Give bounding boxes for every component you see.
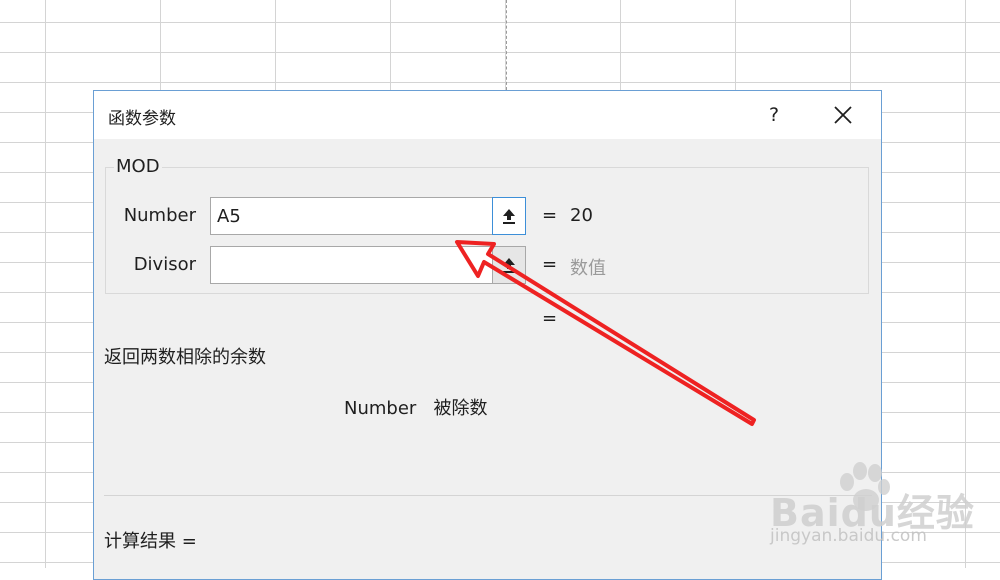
collapse-dialog-icon bbox=[503, 258, 515, 273]
dialog-titlebar[interactable]: 函数参数 ? bbox=[94, 91, 881, 139]
number-equals: = bbox=[542, 205, 558, 226]
number-collapse-button[interactable] bbox=[492, 197, 526, 235]
divisor-input[interactable] bbox=[210, 246, 496, 284]
dialog-title: 函数参数 bbox=[108, 109, 176, 129]
page-break-line bbox=[506, 0, 507, 90]
divisor-collapse-button[interactable] bbox=[492, 246, 526, 284]
dialog-divider bbox=[104, 495, 872, 496]
number-result: 20 bbox=[570, 205, 593, 226]
formula-result-equals: = bbox=[542, 308, 558, 329]
divisor-result: 数值 bbox=[570, 258, 606, 279]
help-button[interactable]: ? bbox=[761, 101, 787, 129]
close-button[interactable] bbox=[827, 99, 859, 131]
collapse-dialog-icon bbox=[503, 209, 515, 224]
calculation-result: 计算结果 = bbox=[104, 531, 197, 552]
watermark-url: jingyan.baidu.com bbox=[770, 526, 927, 546]
function-arguments-dialog: 函数参数 ? MOD Number = 20 Divisor = 数值 = 返回… bbox=[93, 90, 882, 580]
number-label: Number bbox=[123, 205, 196, 226]
argument-description: Number 被除数 bbox=[344, 398, 488, 419]
divisor-label: Divisor bbox=[133, 254, 196, 275]
number-input[interactable] bbox=[210, 197, 496, 235]
function-name: MOD bbox=[114, 156, 162, 177]
divisor-equals: = bbox=[542, 254, 558, 275]
function-description: 返回两数相除的余数 bbox=[104, 347, 266, 368]
baidu-watermark: Baidu经验 jingyan.baidu.com bbox=[770, 462, 1000, 552]
close-icon bbox=[834, 106, 852, 124]
